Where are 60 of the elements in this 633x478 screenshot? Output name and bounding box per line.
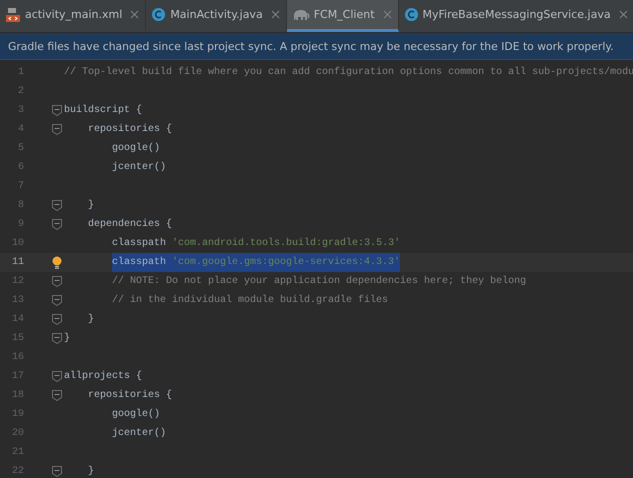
line-number: 18 (10, 390, 25, 401)
line-number: 17 (10, 371, 25, 382)
line-number: 2 (16, 86, 25, 97)
elephant-icon (292, 8, 310, 22)
sync-notification-banner: Gradle files have changed since last project sync. A project sync may be necessary for the IDE to work properly. (0, 33, 633, 60)
fold-marker-icon[interactable] (52, 276, 62, 287)
class-icon (404, 7, 419, 22)
code-line: dependencies { (87, 218, 172, 232)
code-line: jcenter() (111, 160, 166, 175)
line-number: 22 (10, 466, 25, 477)
line-number: 7 (16, 181, 25, 192)
line-number: 5 (16, 143, 25, 154)
fold-marker-icon[interactable] (52, 219, 62, 230)
editor-tab[interactable]: FCM_Client (286, 0, 399, 32)
fold-marker-icon[interactable] (52, 124, 62, 135)
code-line: classpath 'com.android.tools.build:gradle:3.5.3' (111, 236, 400, 251)
code-line: buildscript { (64, 104, 142, 118)
line-number: 13 (10, 295, 25, 306)
code-line: } (87, 312, 94, 327)
line-number: 4 (16, 124, 25, 135)
line-number: 3 (16, 105, 25, 116)
xml-file-icon (5, 6, 21, 22)
fold-marker-icon[interactable] (52, 466, 62, 477)
code-line: } (64, 332, 70, 346)
line-number: 10 (10, 238, 25, 249)
fold-marker-icon[interactable] (52, 333, 62, 344)
code-line: repositories { (87, 122, 172, 137)
code-line: } (87, 198, 94, 213)
code-line: google() (111, 142, 160, 156)
fold-marker-icon[interactable] (52, 390, 62, 401)
line-number: 19 (10, 409, 25, 420)
fold-marker-icon[interactable] (52, 371, 62, 382)
fold-marker-icon[interactable] (52, 105, 62, 116)
line-number: 1 (16, 67, 25, 78)
code-line: jcenter() (111, 426, 166, 441)
line-number: 16 (10, 352, 25, 363)
lightbulb-icon[interactable] (52, 256, 62, 269)
line-number: 15 (10, 333, 25, 344)
fold-marker-icon[interactable] (52, 200, 62, 211)
close-icon[interactable] (618, 10, 628, 19)
code-line: } (87, 464, 94, 478)
fold-marker-icon[interactable] (52, 295, 62, 306)
fold-marker-icon[interactable] (52, 314, 62, 325)
class-icon (151, 7, 166, 22)
line-number: 6 (16, 162, 25, 173)
close-icon[interactable] (130, 10, 140, 19)
line-number: 20 (10, 428, 25, 439)
code-line: google() (111, 408, 160, 422)
line-number: 9 (16, 219, 25, 230)
line-number: 8 (16, 200, 25, 211)
code-line: repositories { (87, 388, 172, 403)
line-number: 14 (10, 314, 25, 325)
code-line: // NOTE: Do not place your application dependencies here; they belong (111, 274, 526, 289)
code-line: // in the individual module build.gradle files (111, 294, 388, 308)
line-number: 12 (10, 276, 25, 287)
line-number: 11 (10, 257, 25, 268)
code-line: allprojects { (64, 370, 142, 384)
line-number: 21 (10, 447, 25, 458)
close-icon[interactable] (270, 10, 280, 19)
code-line: // Top-level build file where you can add configuration options common to all sub-projects/modu (64, 66, 633, 80)
